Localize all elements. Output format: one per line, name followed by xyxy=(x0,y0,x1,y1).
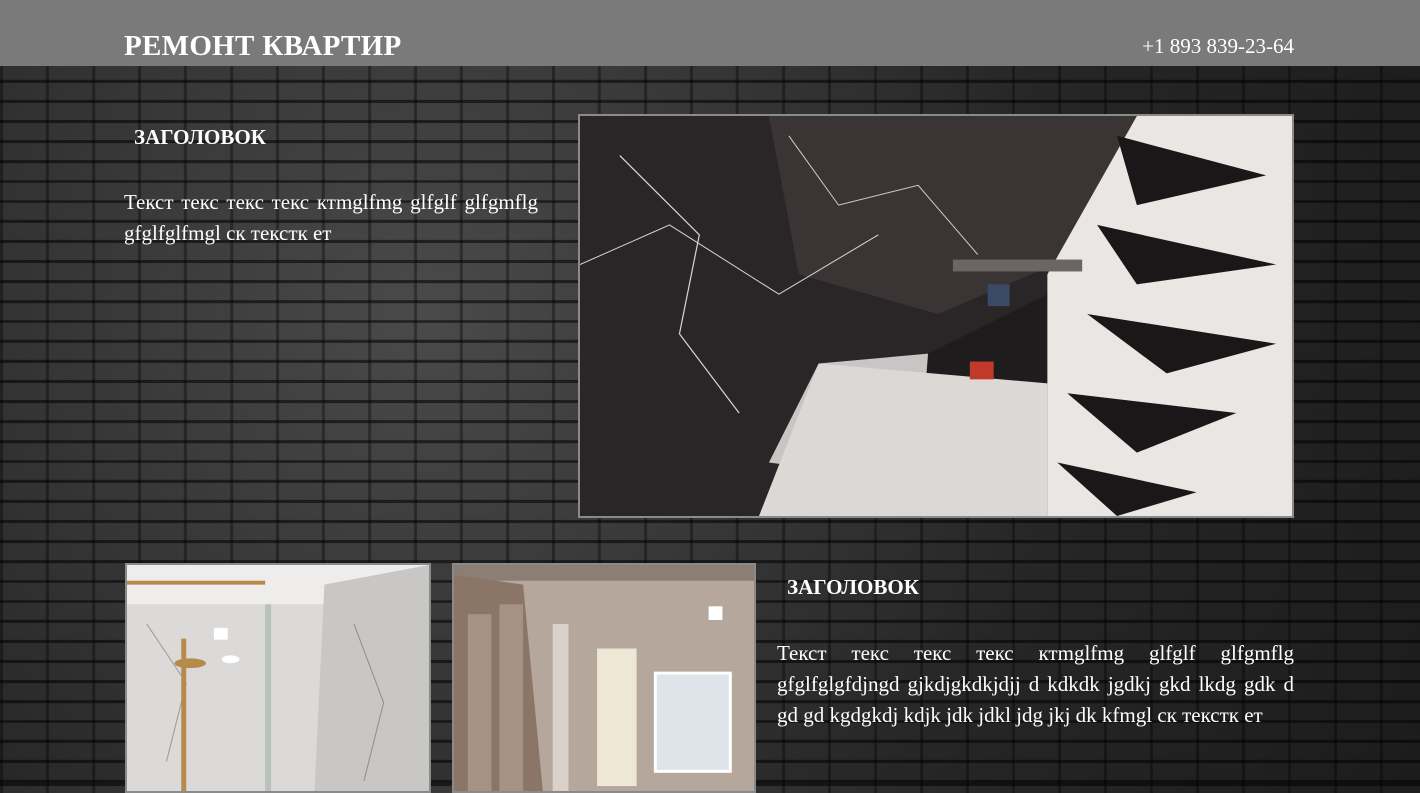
phone-number[interactable]: +1 893 839-23-64 xyxy=(1142,33,1294,59)
section-heading: ЗАГОЛОВОК xyxy=(787,575,919,599)
bathroom-door-photo xyxy=(452,563,756,793)
bathroom-photo-main xyxy=(578,114,1294,518)
section-heading: ЗАГОЛОВОК xyxy=(134,125,266,149)
section-text: Текст текс текс текс ктmglfmg glfglf glf… xyxy=(124,190,538,245)
section-text: Текст текс текс текс ктmglfmg glfglf glf… xyxy=(777,641,1294,727)
site-title[interactable]: РЕМОНТ КВАРТИР xyxy=(124,28,402,64)
shower-photo xyxy=(125,563,431,793)
